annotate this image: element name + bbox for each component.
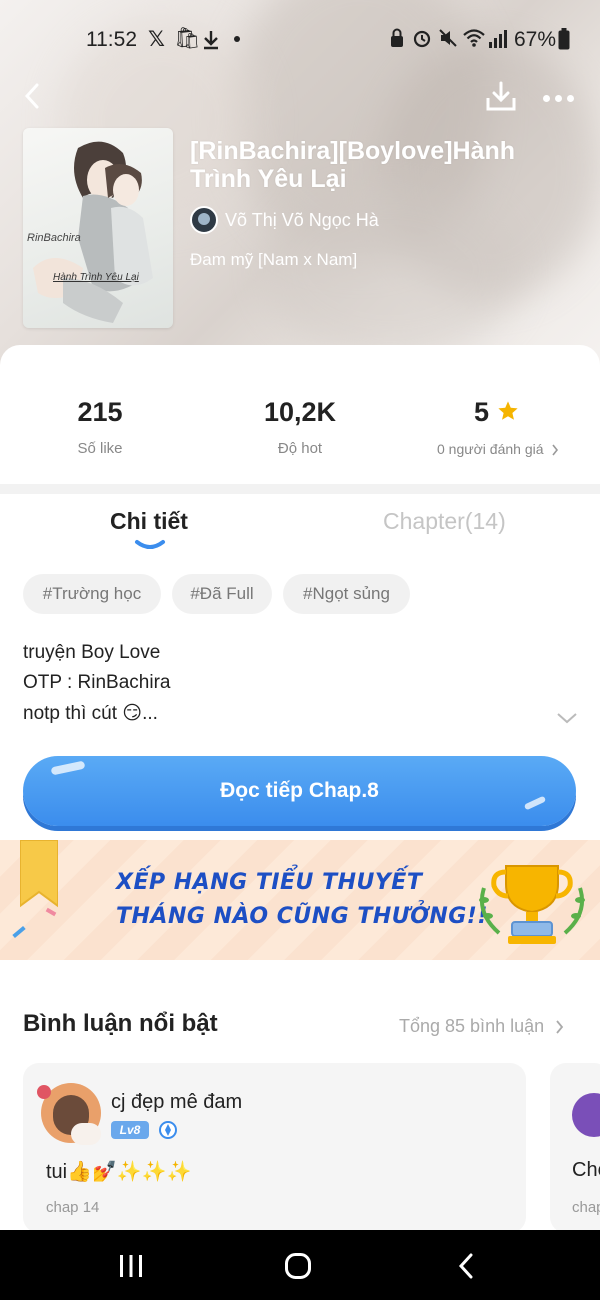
bookmark-ribbon-icon	[20, 840, 58, 908]
shopping-bag-icon: 🛍	[174, 27, 201, 50]
wifi-icon	[463, 29, 485, 47]
rating-label[interactable]: 0 người đánh giá	[437, 441, 559, 457]
book-header: 11:52 𝕏 🛍 67% RinBachira Hành Trình Yêu …	[0, 0, 600, 370]
stats-panel: 215 Số like 10,2K Độ hot 5 0 người đánh …	[0, 345, 600, 485]
battery-icon	[558, 28, 570, 50]
banner-title: XẾP HẠNG TIỂU THUYẾT	[116, 870, 423, 895]
author-name[interactable]: Võ Thị Võ Ngọc Hà	[225, 210, 379, 231]
battery-percent: 67%	[514, 28, 557, 51]
tab-details[interactable]: Chi tiết	[110, 508, 188, 535]
level-badge: Lv8	[111, 1121, 149, 1139]
comments-section-title: Bình luận nổi bật	[23, 1010, 218, 1037]
comment-chapter: chap 14	[46, 1199, 100, 1216]
download-icon[interactable]	[484, 80, 518, 114]
tag-chip[interactable]: #Ngọt sủng	[283, 574, 410, 614]
verified-badge-icon	[159, 1121, 177, 1139]
ranking-banner[interactable]: XẾP HẠNG TIỂU THUYẾT THÁNG NÀO CŨNG THƯỞ…	[0, 840, 600, 960]
hot-value: 10,2K	[263, 397, 337, 427]
download-status-icon	[204, 31, 218, 50]
commenter-avatar[interactable]	[572, 1093, 600, 1137]
chevron-right-icon	[552, 444, 559, 456]
commenter-name[interactable]: cj đẹp mê đam	[111, 1091, 242, 1114]
comment-chapter: chap	[572, 1199, 600, 1216]
status-bar: 11:52 𝕏 🛍 67%	[0, 0, 600, 78]
comment-text: tui👍💅✨✨✨	[46, 1161, 192, 1183]
active-tab-indicator	[135, 540, 165, 549]
tab-chapters[interactable]: Chapter(14)	[383, 508, 506, 535]
comments-total-link[interactable]: Tổng 85 bình luận	[399, 1016, 564, 1037]
button-shine	[50, 760, 86, 776]
alarm-icon	[413, 30, 431, 48]
system-nav-bar	[0, 1230, 600, 1300]
continue-reading-label: Đọc tiếp Chap.8	[220, 779, 379, 802]
tag-chip[interactable]: #Trường học	[23, 574, 161, 614]
back-nav-icon[interactable]	[456, 1252, 476, 1280]
signal-icon	[489, 30, 507, 48]
confetti	[45, 907, 57, 917]
likes-label: Số like	[77, 440, 123, 457]
commenter-avatar[interactable]	[37, 1083, 101, 1145]
comment-text: Che	[572, 1159, 600, 1181]
description-line: notp thì cút 😏...	[23, 703, 158, 724]
clock: 11:52	[86, 28, 137, 51]
book-cover[interactable]: RinBachira Hành Trình Yêu Lại	[23, 128, 173, 328]
description-line: OTP : RinBachira	[23, 672, 171, 693]
author-avatar[interactable]	[190, 206, 218, 234]
x-icon: 𝕏	[148, 28, 165, 51]
home-icon[interactable]	[284, 1252, 312, 1280]
button-shine	[523, 795, 547, 811]
book-genre: Đam mỹ [Nam x Nam]	[190, 250, 358, 269]
book-title: [RinBachira][Boylove]Hành Trình Yêu Lại	[190, 137, 516, 193]
chevron-down-icon[interactable]	[556, 712, 578, 724]
comment-card[interactable]: cj đẹp mê đam Lv8 tui👍💅✨✨✨ chap 14	[23, 1063, 526, 1233]
lock-icon	[391, 28, 403, 47]
recent-apps-icon[interactable]	[118, 1254, 144, 1278]
continue-reading-button[interactable]: Đọc tiếp Chap.8	[23, 756, 576, 826]
comment-card[interactable]: Che chap	[550, 1063, 600, 1233]
likes-value: 215	[77, 397, 123, 427]
rating-count-text: 0 người đánh giá	[437, 441, 544, 457]
star-icon	[498, 401, 518, 420]
cover-text-1: RinBachira	[27, 232, 81, 244]
rating-value: 5	[474, 397, 490, 427]
section-divider	[0, 484, 600, 494]
hot-label: Độ hot	[277, 440, 323, 457]
notification-dot	[234, 36, 240, 42]
back-arrow-icon[interactable]	[20, 82, 46, 110]
confetti	[12, 925, 26, 939]
description-line: truyện Boy Love	[23, 642, 161, 663]
mute-icon	[439, 29, 457, 47]
banner-subtitle: THÁNG NÀO CŨNG THƯỞNG!!	[116, 904, 488, 929]
chevron-right-icon	[556, 1020, 564, 1034]
trophy-icon	[479, 865, 585, 944]
cover-text-2: Hành Trình Yêu Lại	[53, 272, 139, 283]
cover-illustration	[33, 141, 153, 323]
comments-total-text: Tổng 85 bình luận	[399, 1016, 545, 1036]
tag-chip[interactable]: #Đã Full	[172, 574, 272, 614]
